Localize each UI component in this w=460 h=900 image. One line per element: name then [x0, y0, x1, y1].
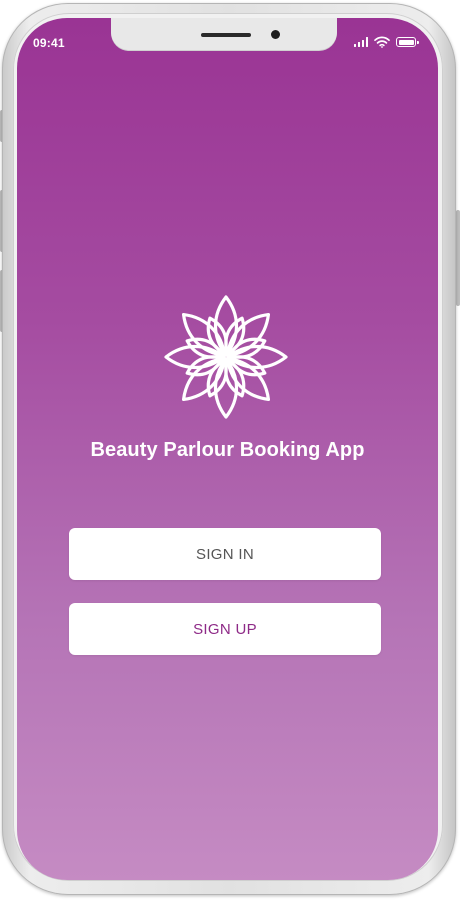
- status-icons: [353, 35, 419, 49]
- speaker: [201, 33, 251, 37]
- power-button: [456, 210, 460, 306]
- front-camera: [271, 30, 280, 39]
- phone-frame: 09:41 Beauty Parlour Booking App SIGN IN…: [0, 0, 460, 900]
- status-time: 09:41: [33, 36, 65, 50]
- app-title: Beauty Parlour Booking App: [90, 439, 365, 461]
- notch: [111, 18, 337, 50]
- sign-in-button[interactable]: SIGN IN: [69, 528, 381, 580]
- battery-icon: [396, 37, 419, 47]
- app-screen: 09:41 Beauty Parlour Booking App SIGN IN…: [17, 18, 438, 880]
- sign-up-button[interactable]: SIGN UP: [69, 603, 381, 655]
- signal-bars-icon: [353, 37, 368, 47]
- wifi-icon: [374, 36, 390, 48]
- lotus-flower-icon: [164, 295, 288, 419]
